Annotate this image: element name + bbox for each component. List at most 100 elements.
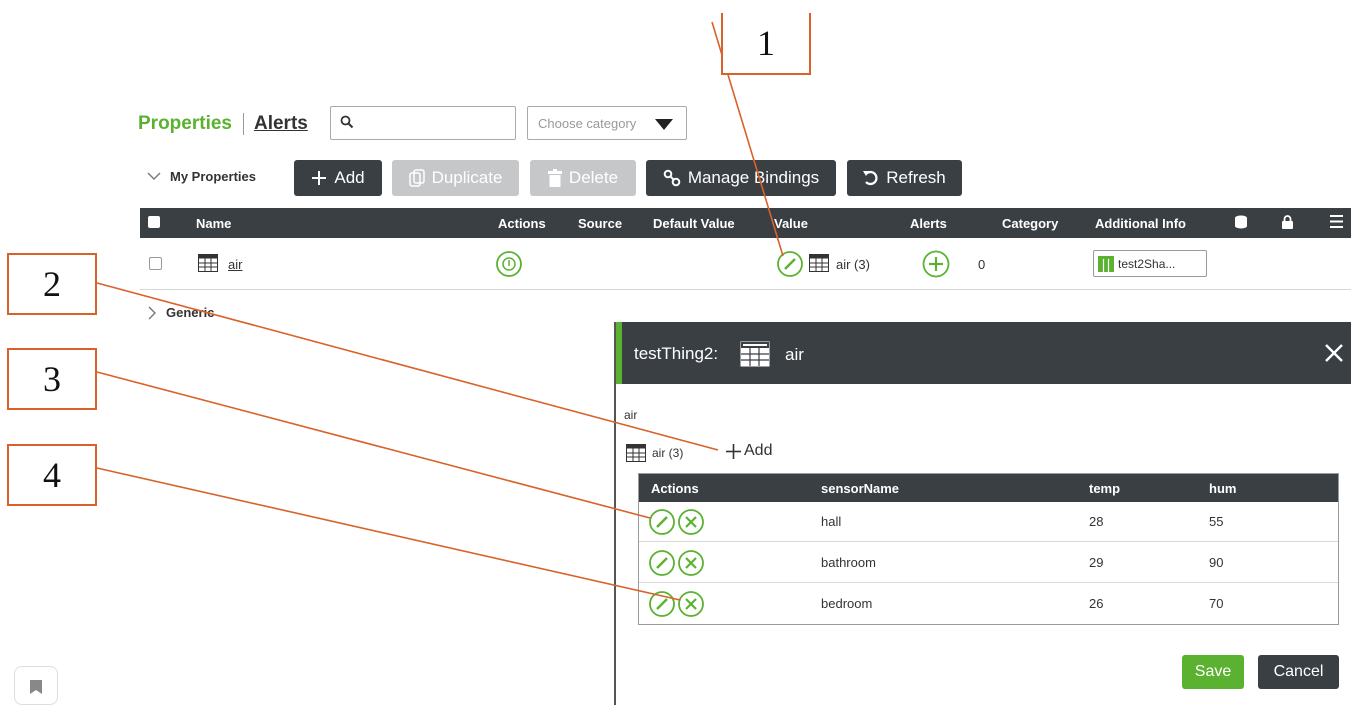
tab-alerts[interactable]: Alerts <box>254 113 308 135</box>
add-alert-icon[interactable] <box>922 250 950 278</box>
col-source[interactable]: Source <box>578 216 622 231</box>
properties-grid-header: Name Actions Source Default Value Value … <box>140 208 1351 238</box>
infotable-summary: air (3) <box>626 444 683 462</box>
chevron-right-icon <box>148 306 156 319</box>
callout-line-4 <box>96 467 681 601</box>
additional-info-chip[interactable]: test2Sha... <box>1093 250 1207 277</box>
edit-icon[interactable] <box>649 509 675 535</box>
dialog-title: testThing2: <box>634 344 719 363</box>
delete-icon[interactable] <box>678 509 704 535</box>
cell-hum: 55 <box>1209 514 1224 529</box>
plus-icon <box>726 443 741 459</box>
col-sensorname[interactable]: sensorName <box>821 481 899 496</box>
refresh-icon <box>863 170 878 186</box>
manage-bindings-button[interactable]: Manage Bindings <box>646 160 836 196</box>
thing-shape-icon <box>1098 256 1114 272</box>
dialog-property-name: air <box>785 345 804 364</box>
delete-icon[interactable] <box>678 550 704 576</box>
search-field[interactable] <box>330 106 516 140</box>
col-temp[interactable]: temp <box>1089 481 1120 496</box>
cell-hum: 90 <box>1209 555 1224 570</box>
chevron-down-icon <box>655 119 673 130</box>
col-actions[interactable]: Actions <box>651 481 699 496</box>
callout-2: 2 <box>7 253 97 315</box>
refresh-label: Refresh <box>886 168 946 187</box>
delete-icon[interactable] <box>678 591 704 617</box>
col-hum[interactable]: hum <box>1209 481 1236 496</box>
link-icon <box>663 169 681 187</box>
generic-label: Generic <box>166 305 215 320</box>
edit-icon[interactable] <box>649 591 675 617</box>
cell-sensorname: bathroom <box>821 555 876 570</box>
select-all-checkbox[interactable] <box>148 216 160 228</box>
add-row-label: Add <box>744 442 773 459</box>
infotable-header: Actions sensorName temp hum <box>639 474 1338 502</box>
category-select[interactable]: Choose category <box>527 106 687 140</box>
callout-4: 4 <box>7 444 97 506</box>
refresh-button[interactable]: Refresh <box>847 160 962 196</box>
generic-group-toggle[interactable]: Generic <box>148 305 214 320</box>
infotable-icon <box>626 444 646 462</box>
infotable-summary-label: air (3) <box>652 446 684 460</box>
infotable-icon <box>198 254 218 272</box>
cell-sensorname: hall <box>821 514 842 529</box>
category-placeholder: Choose category <box>538 116 637 131</box>
alerts-count: 0 <box>978 257 986 272</box>
copy-icon <box>408 169 425 187</box>
bookmark-icon <box>30 680 42 694</box>
col-alerts[interactable]: Alerts <box>910 216 947 231</box>
fingerprint-icon[interactable] <box>496 251 522 277</box>
callout-3: 3 <box>7 348 97 410</box>
infotable-editor-dialog: testThing2: air air air (3) Add Actions … <box>614 322 1351 705</box>
add-button[interactable]: Add <box>294 160 382 196</box>
manage-bindings-label: Manage Bindings <box>687 168 820 187</box>
edit-value-icon[interactable] <box>777 251 803 277</box>
plus-icon <box>312 171 327 185</box>
cancel-button[interactable]: Cancel <box>1258 655 1339 689</box>
cell-hum: 70 <box>1209 596 1224 611</box>
search-icon <box>340 115 354 129</box>
add-label: Add <box>334 168 365 187</box>
chevron-down-icon <box>147 172 161 180</box>
tab-properties[interactable]: Properties <box>138 113 232 135</box>
col-default-value[interactable]: Default Value <box>653 216 735 231</box>
database-icon[interactable] <box>1235 215 1247 229</box>
table-row[interactable]: bedroom 26 70 <box>639 584 1338 624</box>
table-row[interactable]: hall 28 55 <box>639 502 1338 542</box>
col-name[interactable]: Name <box>196 216 231 231</box>
trash-icon <box>547 169 562 187</box>
delete-button[interactable]: Delete <box>530 160 636 196</box>
duplicate-button[interactable]: Duplicate <box>392 160 519 196</box>
col-value[interactable]: Value <box>774 216 808 231</box>
close-icon[interactable] <box>1323 342 1345 364</box>
save-button[interactable]: Save <box>1182 655 1244 689</box>
row-checkbox[interactable] <box>149 257 162 270</box>
callout-1: 1 <box>721 13 811 75</box>
col-actions[interactable]: Actions <box>498 216 546 231</box>
delete-label: Delete <box>568 168 619 187</box>
additional-info-text: test2Sha... <box>1118 257 1176 271</box>
cell-sensorname: bedroom <box>821 596 873 611</box>
edit-icon[interactable] <box>649 550 675 576</box>
property-name-link[interactable]: air <box>228 257 242 272</box>
my-properties-toggle[interactable]: My Properties <box>146 168 256 184</box>
cell-temp: 28 <box>1089 514 1104 529</box>
add-row-button[interactable]: Add <box>726 442 772 460</box>
group-label: My Properties <box>170 168 256 184</box>
bookmark-button[interactable] <box>14 666 58 705</box>
table-row[interactable]: bathroom 29 90 <box>639 543 1338 583</box>
infotable-rows-grid: Actions sensorName temp hum hall 28 55 b… <box>638 473 1339 625</box>
lock-icon[interactable] <box>1282 215 1293 229</box>
table-row[interactable]: air air (3) 0 test2Sha... <box>140 238 1351 290</box>
infotable-icon <box>740 341 770 367</box>
infotable-icon <box>809 254 829 272</box>
search-input[interactable] <box>359 111 509 135</box>
tab-divider <box>242 113 244 135</box>
list-icon[interactable] <box>1330 215 1343 228</box>
property-tabs: Properties Alerts <box>138 108 308 140</box>
property-value: air (3) <box>836 257 870 272</box>
col-category[interactable]: Category <box>1002 216 1058 231</box>
cell-temp: 29 <box>1089 555 1104 570</box>
row-actions <box>649 591 704 617</box>
col-additional-info[interactable]: Additional Info <box>1095 216 1186 231</box>
